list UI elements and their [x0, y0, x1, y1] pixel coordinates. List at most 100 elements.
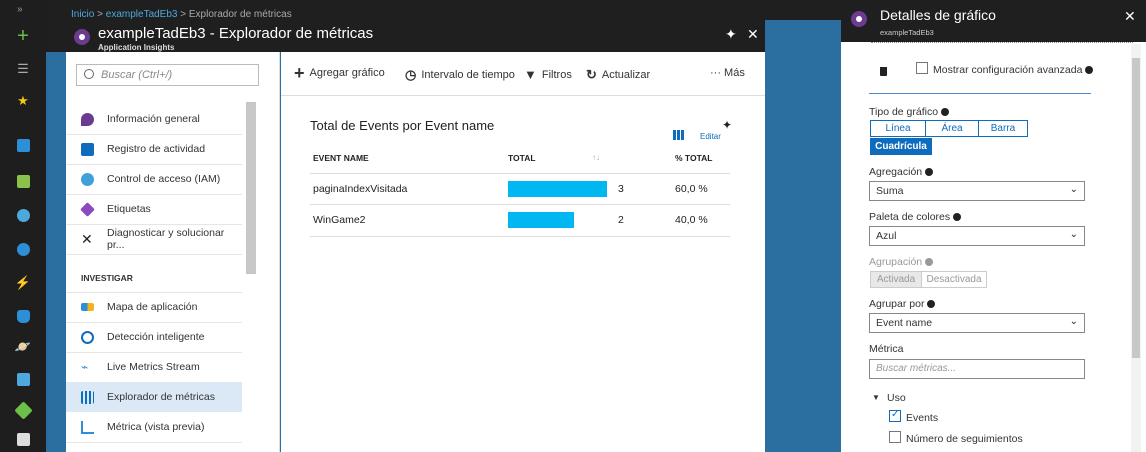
wrench-icon: ✕ [81, 230, 93, 247]
close-panel-icon[interactable]: ✕ [1124, 8, 1136, 25]
favorites-star-icon[interactable]: ★ [0, 86, 46, 116]
breadcrumb: Inicio > exampleTadEb3 > Explorador de m… [71, 9, 292, 20]
chart-type-line[interactable]: Línea [870, 120, 926, 137]
create-resource-icon[interactable]: + [0, 21, 46, 51]
menu-item-metrics-explorer[interactable]: Explorador de métricas [66, 382, 242, 412]
filters-button[interactable]: ▼ Filtros [524, 67, 572, 82]
tag-icon [80, 201, 95, 217]
menu-item-activity-log[interactable]: Registro de actividad [66, 134, 242, 164]
smart-detection-icon [81, 330, 94, 344]
aggregation-select[interactable]: Suma ⌄ [869, 181, 1085, 201]
col-header-pct-total[interactable]: % TOTAL [675, 153, 712, 163]
page-title: exampleTadEb3 - Explorador de métricas [98, 25, 374, 42]
menu-item-overview[interactable]: Información general [66, 104, 242, 134]
advanced-settings-label: Mostrar configuración avanzada [933, 64, 1094, 76]
pin-location-icon [81, 112, 94, 126]
metric-trace-count-checkbox[interactable] [889, 431, 901, 443]
menu-item-smart-detection[interactable]: Detección inteligente [66, 322, 242, 352]
palette-label: Paleta de colores [869, 211, 962, 223]
add-chart-button[interactable]: + Agregar gráfico [294, 63, 385, 83]
resource-groups-icon[interactable] [0, 200, 46, 230]
info-icon [927, 300, 936, 308]
menu-item-metrics-preview[interactable]: Métrica (vista previa) [66, 412, 242, 442]
grouping-off: Desactivada [921, 271, 987, 288]
info-icon [1085, 66, 1094, 74]
palette-select[interactable]: Azul ⌄ [869, 226, 1085, 246]
row-1-total-bar [508, 181, 607, 197]
sort-icon[interactable]: ↑↓ [592, 153, 600, 162]
load-balancer-icon[interactable] [0, 395, 46, 425]
metrics-chart-icon [81, 390, 94, 404]
menu-item-live-metrics[interactable]: ⌁ Live Metrics Stream [66, 352, 242, 382]
more-button[interactable]: ··· Más [710, 67, 745, 79]
app-map-icon [81, 303, 94, 311]
pin-chart-icon[interactable]: ✦ [722, 118, 732, 132]
metric-label: Métrica [869, 343, 904, 355]
chart-type-grid[interactable]: Cuadrícula [870, 138, 932, 155]
info-icon [925, 168, 934, 176]
app-insights-bulb-icon [851, 11, 867, 27]
menu-item-access-control[interactable]: Control de acceso (IAM) [66, 164, 242, 194]
menu-item-diagnose[interactable]: ✕ Diagnosticar y solucionar pr... [66, 224, 242, 254]
dashboard-icon[interactable] [0, 130, 46, 160]
info-icon [941, 108, 950, 116]
col-header-total[interactable]: TOTAL [508, 153, 536, 163]
row-1-total: 3 [618, 183, 624, 195]
chevron-down-icon: ⌄ [1069, 316, 1078, 327]
grouping-on: Activada [870, 271, 922, 288]
expand-group-icon[interactable]: ▼ [872, 393, 880, 402]
delete-chart-icon[interactable] [880, 67, 887, 76]
breadcrumb-resource[interactable]: exampleTadEb3 [106, 9, 178, 20]
panel-scrollbar[interactable] [1131, 44, 1141, 452]
left-nav: » + ☰ ★ ⚡ 🪐 [0, 0, 46, 452]
users-icon [81, 172, 94, 186]
breadcrumb-page: Explorador de métricas [188, 9, 292, 20]
metric-events-label: Events [906, 412, 939, 424]
breadcrumb-home[interactable]: Inicio [71, 9, 94, 20]
metric-trace-count-label: Número de seguimientos [906, 433, 1023, 445]
row-2-name: WinGame2 [313, 214, 366, 226]
panel-subtitle: exampleTadEb3 [880, 28, 934, 37]
chart-type-area[interactable]: Área [925, 120, 979, 137]
functions-icon[interactable]: ⚡ [0, 268, 46, 298]
group-by-select[interactable]: Event name ⌄ [869, 313, 1085, 333]
refresh-button[interactable]: ↻ Actualizar [586, 67, 650, 83]
menu-item-app-map[interactable]: Mapa de aplicación [66, 292, 242, 322]
edit-chart-link[interactable]: Editar [700, 132, 721, 141]
metric-events-checkbox[interactable] [889, 409, 901, 422]
all-services-icon[interactable]: ☰ [0, 54, 46, 84]
grid-title: Total de Events por Event name [310, 118, 495, 133]
expand-nav-icon[interactable]: » [17, 4, 23, 15]
metric-preview-icon [81, 420, 94, 434]
search-icon [84, 69, 94, 79]
close-blade-icon[interactable]: ✕ [747, 26, 759, 43]
metric-search-input[interactable]: Buscar métricas... [869, 359, 1085, 379]
row-1-pct: 60,0 % [675, 183, 708, 195]
app-services-icon[interactable] [0, 234, 46, 264]
pulse-icon: ⌁ [81, 359, 89, 374]
row-2-total: 2 [618, 214, 624, 226]
time-range-button[interactable]: ◷ Intervalo de tiempo [405, 67, 515, 83]
virtual-machines-icon[interactable] [0, 364, 46, 394]
advanced-settings-checkbox[interactable] [916, 62, 928, 74]
metric-group-usage[interactable]: Uso [887, 392, 906, 404]
sql-database-icon[interactable] [0, 301, 46, 331]
all-resources-icon[interactable] [0, 166, 46, 196]
metrics-explorer-content: + Agregar gráfico ◷ Intervalo de tiempo … [281, 52, 765, 452]
chart-type-bar[interactable]: Barra [978, 120, 1028, 137]
page-subtitle: Application Insights [98, 43, 175, 52]
storage-accounts-icon[interactable] [0, 424, 46, 452]
chart-type-label: Tipo de gráfico [869, 106, 950, 118]
filter-icon: ▼ [524, 67, 537, 82]
pin-blade-icon[interactable]: ✦ [725, 26, 737, 43]
info-icon [925, 258, 934, 266]
menu-search-input[interactable]: Buscar (Ctrl+/) [76, 64, 259, 86]
col-header-event-name[interactable]: EVENT NAME [313, 153, 369, 163]
plus-icon: + [294, 63, 305, 83]
menu-scrollbar[interactable] [246, 102, 256, 274]
toolbar: + Agregar gráfico ◷ Intervalo de tiempo … [281, 52, 765, 96]
panel-title: Detalles de gráfico [880, 7, 996, 23]
menu-item-tags[interactable]: Etiquetas [66, 194, 242, 224]
resource-menu: Buscar (Ctrl+/) Información general Regi… [66, 52, 280, 452]
cosmos-db-icon[interactable]: 🪐 [0, 332, 46, 362]
